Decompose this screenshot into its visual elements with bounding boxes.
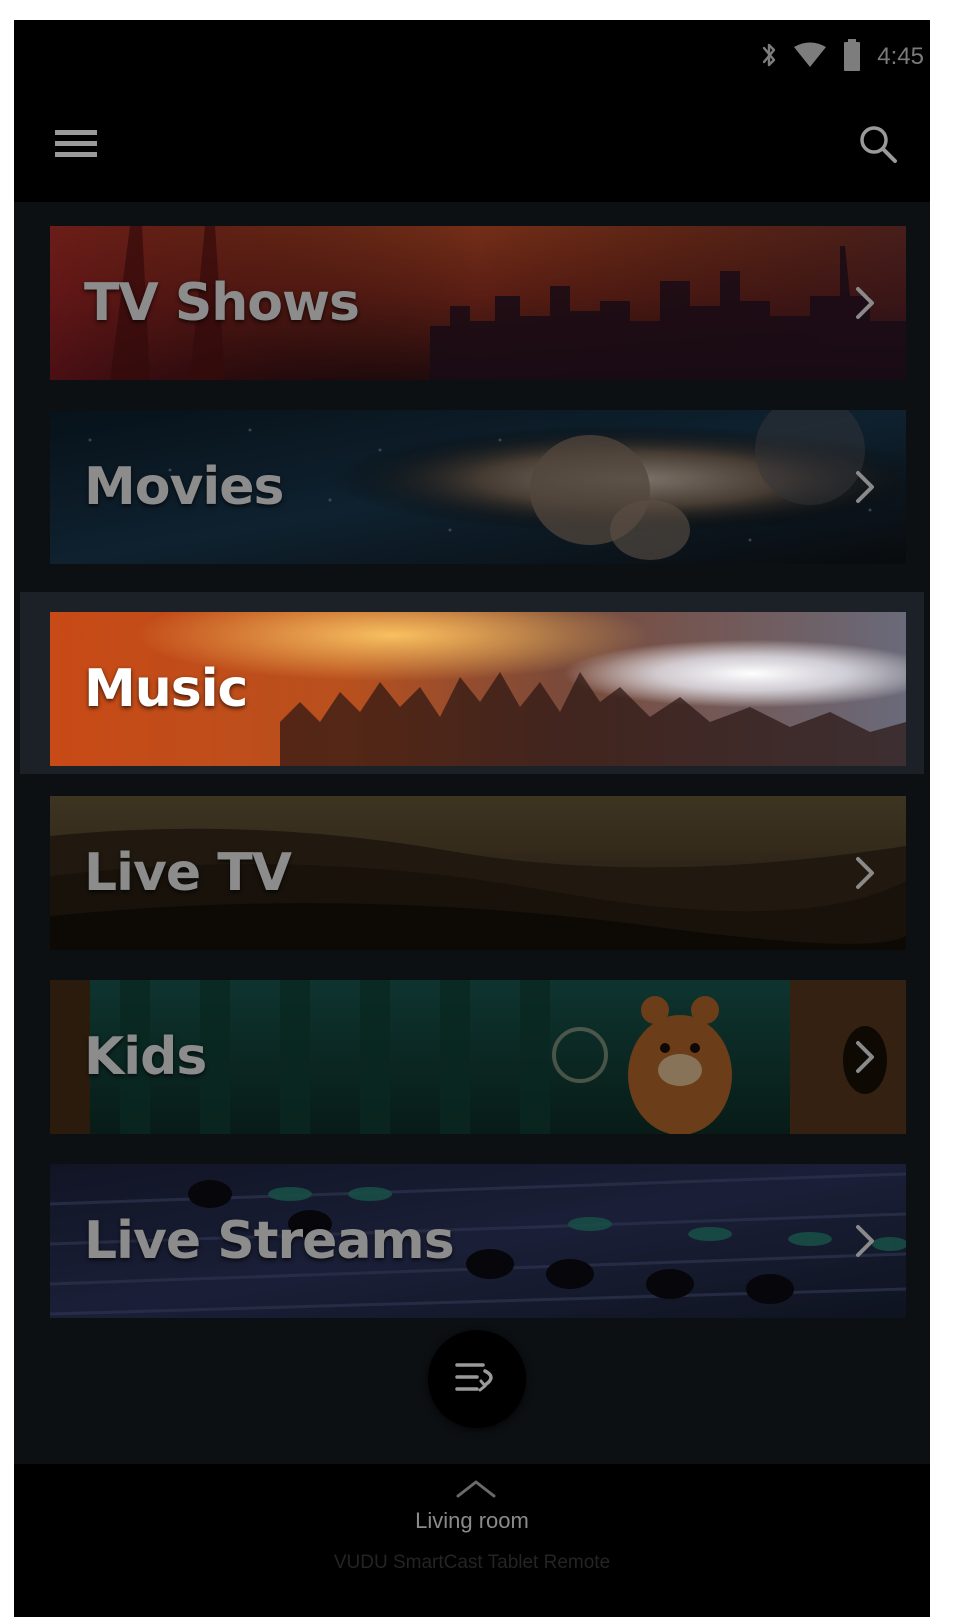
category-live-streams[interactable]: Live Streams <box>50 1164 906 1318</box>
menu-icon <box>55 128 97 165</box>
category-label: Live Streams <box>84 1211 455 1271</box>
chevron-right-icon <box>852 283 878 323</box>
category-kids[interactable]: Kids <box>50 980 906 1134</box>
chevron-right-icon <box>852 853 878 893</box>
category-movies[interactable]: Movies <box>50 410 906 564</box>
menu-button[interactable] <box>52 122 100 170</box>
device-subtitle: VUDU SmartCast Tablet Remote <box>333 1552 611 1573</box>
status-icons: 4:45 <box>761 38 924 76</box>
category-label: Music <box>84 659 248 719</box>
category-tv-shows[interactable]: TV Shows <box>50 226 906 380</box>
battery-icon <box>843 38 861 76</box>
category-label: Kids <box>84 1027 207 1087</box>
clock: 4:45 <box>877 43 924 70</box>
switch-remote-button[interactable] <box>428 1330 526 1428</box>
search-button[interactable] <box>850 118 906 174</box>
chevron-right-icon <box>852 467 878 507</box>
category-live-tv[interactable]: Live TV <box>50 796 906 950</box>
category-music[interactable]: Music <box>50 612 906 766</box>
wifi-icon <box>793 42 827 73</box>
category-label: Live TV <box>84 843 292 903</box>
category-label: TV Shows <box>84 273 360 333</box>
search-icon <box>858 124 898 169</box>
category-list: TV Shows Movies Music Live TV Kids Live … <box>14 202 930 1464</box>
category-label: Movies <box>84 457 284 517</box>
device-name[interactable]: Living room <box>14 1508 930 1534</box>
app-bar <box>14 100 930 200</box>
chevron-right-icon <box>852 1221 878 1261</box>
switch-remote-icon <box>453 1357 501 1402</box>
device-bar: Living room VUDU SmartCast Tablet Remote <box>14 1464 930 1617</box>
chevron-right-icon <box>852 1037 878 1077</box>
bluetooth-icon <box>761 41 777 74</box>
chevron-up-icon[interactable] <box>452 1476 500 1502</box>
phone-screen: 4:45 TV Shows Movies Music Live TV Kids … <box>14 20 930 1617</box>
status-bar: 4:45 <box>14 20 930 100</box>
